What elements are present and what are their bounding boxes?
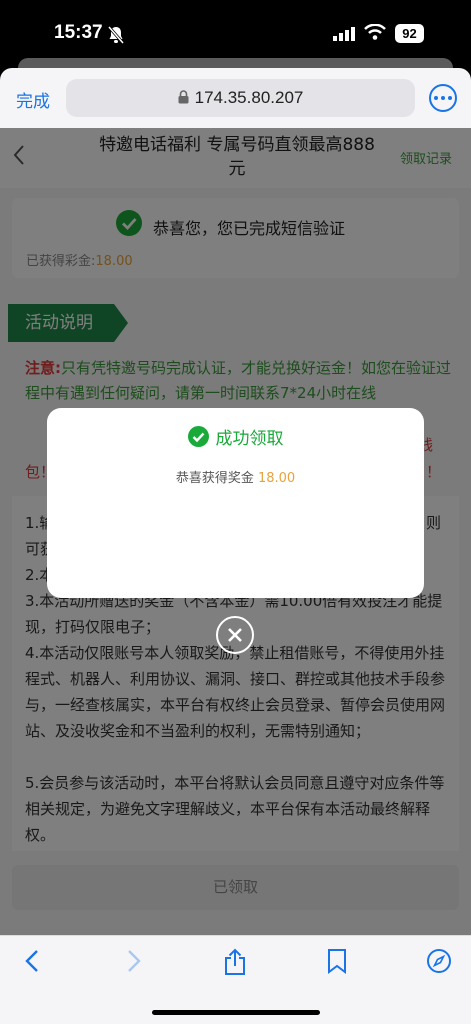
modal-amount: 18.00 — [257, 471, 296, 486]
battery-indicator: 92 — [395, 24, 424, 43]
bookmarks-icon[interactable] — [326, 948, 348, 978]
share-icon[interactable] — [223, 948, 247, 980]
signal-icon — [333, 26, 357, 45]
url-text: 174.35.80.207 — [194, 88, 304, 107]
forward-icon[interactable] — [122, 948, 144, 978]
lock-icon — [178, 89, 189, 108]
status-time: 15:37 — [54, 22, 103, 43]
address-bar[interactable]: 174.35.80.207 — [66, 79, 415, 117]
more-icon[interactable] — [429, 84, 457, 112]
modal-body: 恭喜获得奖金 18.00 — [47, 467, 424, 486]
modal-body-prefix: 恭喜获得奖金 — [175, 471, 254, 486]
check-circle-icon — [187, 426, 209, 447]
done-button[interactable]: 完成 — [16, 87, 50, 112]
modal-title-row: 成功领取 — [47, 424, 424, 449]
bell-slash-icon — [107, 26, 125, 48]
wifi-icon — [364, 23, 386, 44]
back-icon[interactable] — [22, 948, 44, 978]
success-modal: 成功领取 恭喜获得奖金 18.00 — [47, 408, 424, 598]
browser-top-bar: 完成 174.35.80.207 — [0, 68, 471, 128]
home-indicator — [152, 1010, 320, 1015]
compass-icon[interactable] — [426, 948, 452, 978]
close-circle-icon[interactable] — [216, 616, 254, 654]
modal-title: 成功领取 — [215, 429, 284, 449]
